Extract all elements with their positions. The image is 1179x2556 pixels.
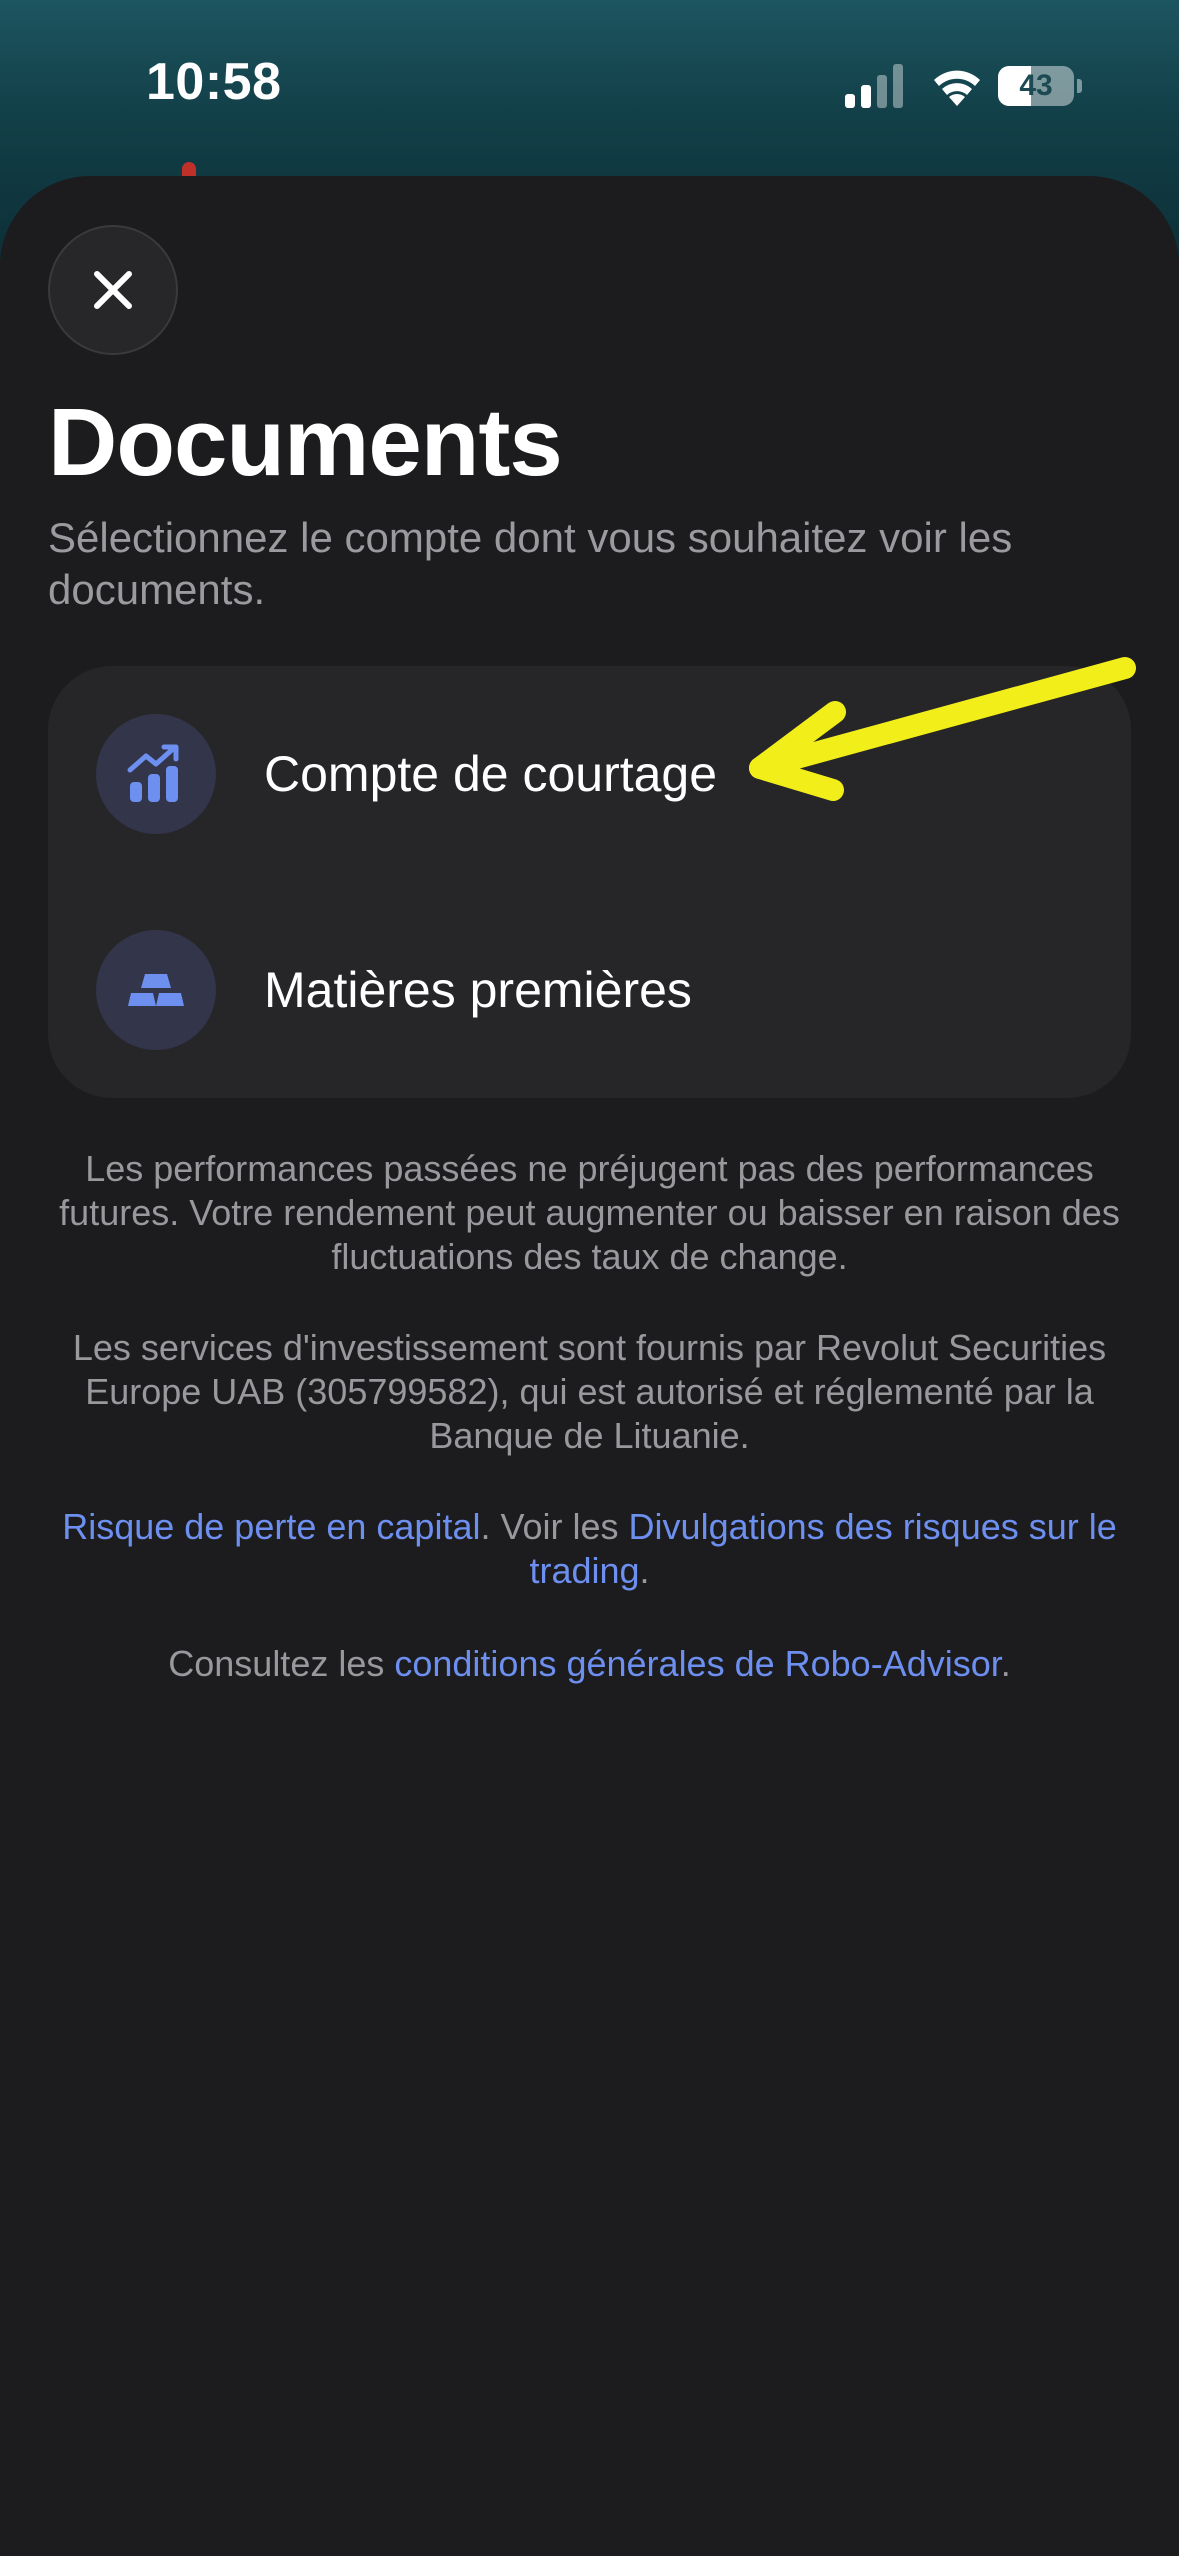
battery-percentage: 43 <box>1019 69 1053 102</box>
account-label: Compte de courtage <box>264 746 718 802</box>
terms-prefix: Consultez les <box>168 1643 395 1684</box>
page-subtitle: Sélectionnez le compte dont vous souhait… <box>48 514 1013 613</box>
trending-chart-icon <box>96 714 216 834</box>
account-label: Matières premières <box>264 962 692 1018</box>
account-item-brokerage[interactable]: Compte de courtage <box>48 666 1131 882</box>
services-disclaimer: Les services d'investissement sont fourn… <box>72 1327 1107 1456</box>
capital-risk-link[interactable]: Risque de perte en capital <box>62 1506 480 1547</box>
close-icon <box>94 271 132 309</box>
status-icons: 43 <box>840 64 1140 108</box>
cellular-signal-icon <box>845 64 903 108</box>
risk-notice-text: . Voir les <box>480 1506 629 1547</box>
performance-disclaimer: Les performances passées ne préjugent pa… <box>59 1148 1120 1277</box>
page-title: Documents <box>48 389 563 496</box>
close-button[interactable] <box>48 225 178 355</box>
account-list: Compte de courtage Matières premières <box>48 666 1131 1098</box>
risk-notice-end: . <box>639 1550 650 1591</box>
status-time: 10:58 <box>146 53 282 111</box>
terms-end: . <box>1000 1643 1011 1684</box>
gold-bars-icon <box>96 930 216 1050</box>
battery-icon: 43 <box>998 66 1082 106</box>
account-item-commodities[interactable]: Matières premières <box>48 882 1131 1098</box>
robo-advisor-terms-link[interactable]: conditions générales de Robo-Advisor <box>394 1643 1000 1684</box>
terms-notice: Consultez les conditions générales de Ro… <box>40 1642 1139 1686</box>
risk-notice: Risque de perte en capital. Voir les Div… <box>40 1505 1139 1593</box>
wifi-icon <box>934 70 980 106</box>
